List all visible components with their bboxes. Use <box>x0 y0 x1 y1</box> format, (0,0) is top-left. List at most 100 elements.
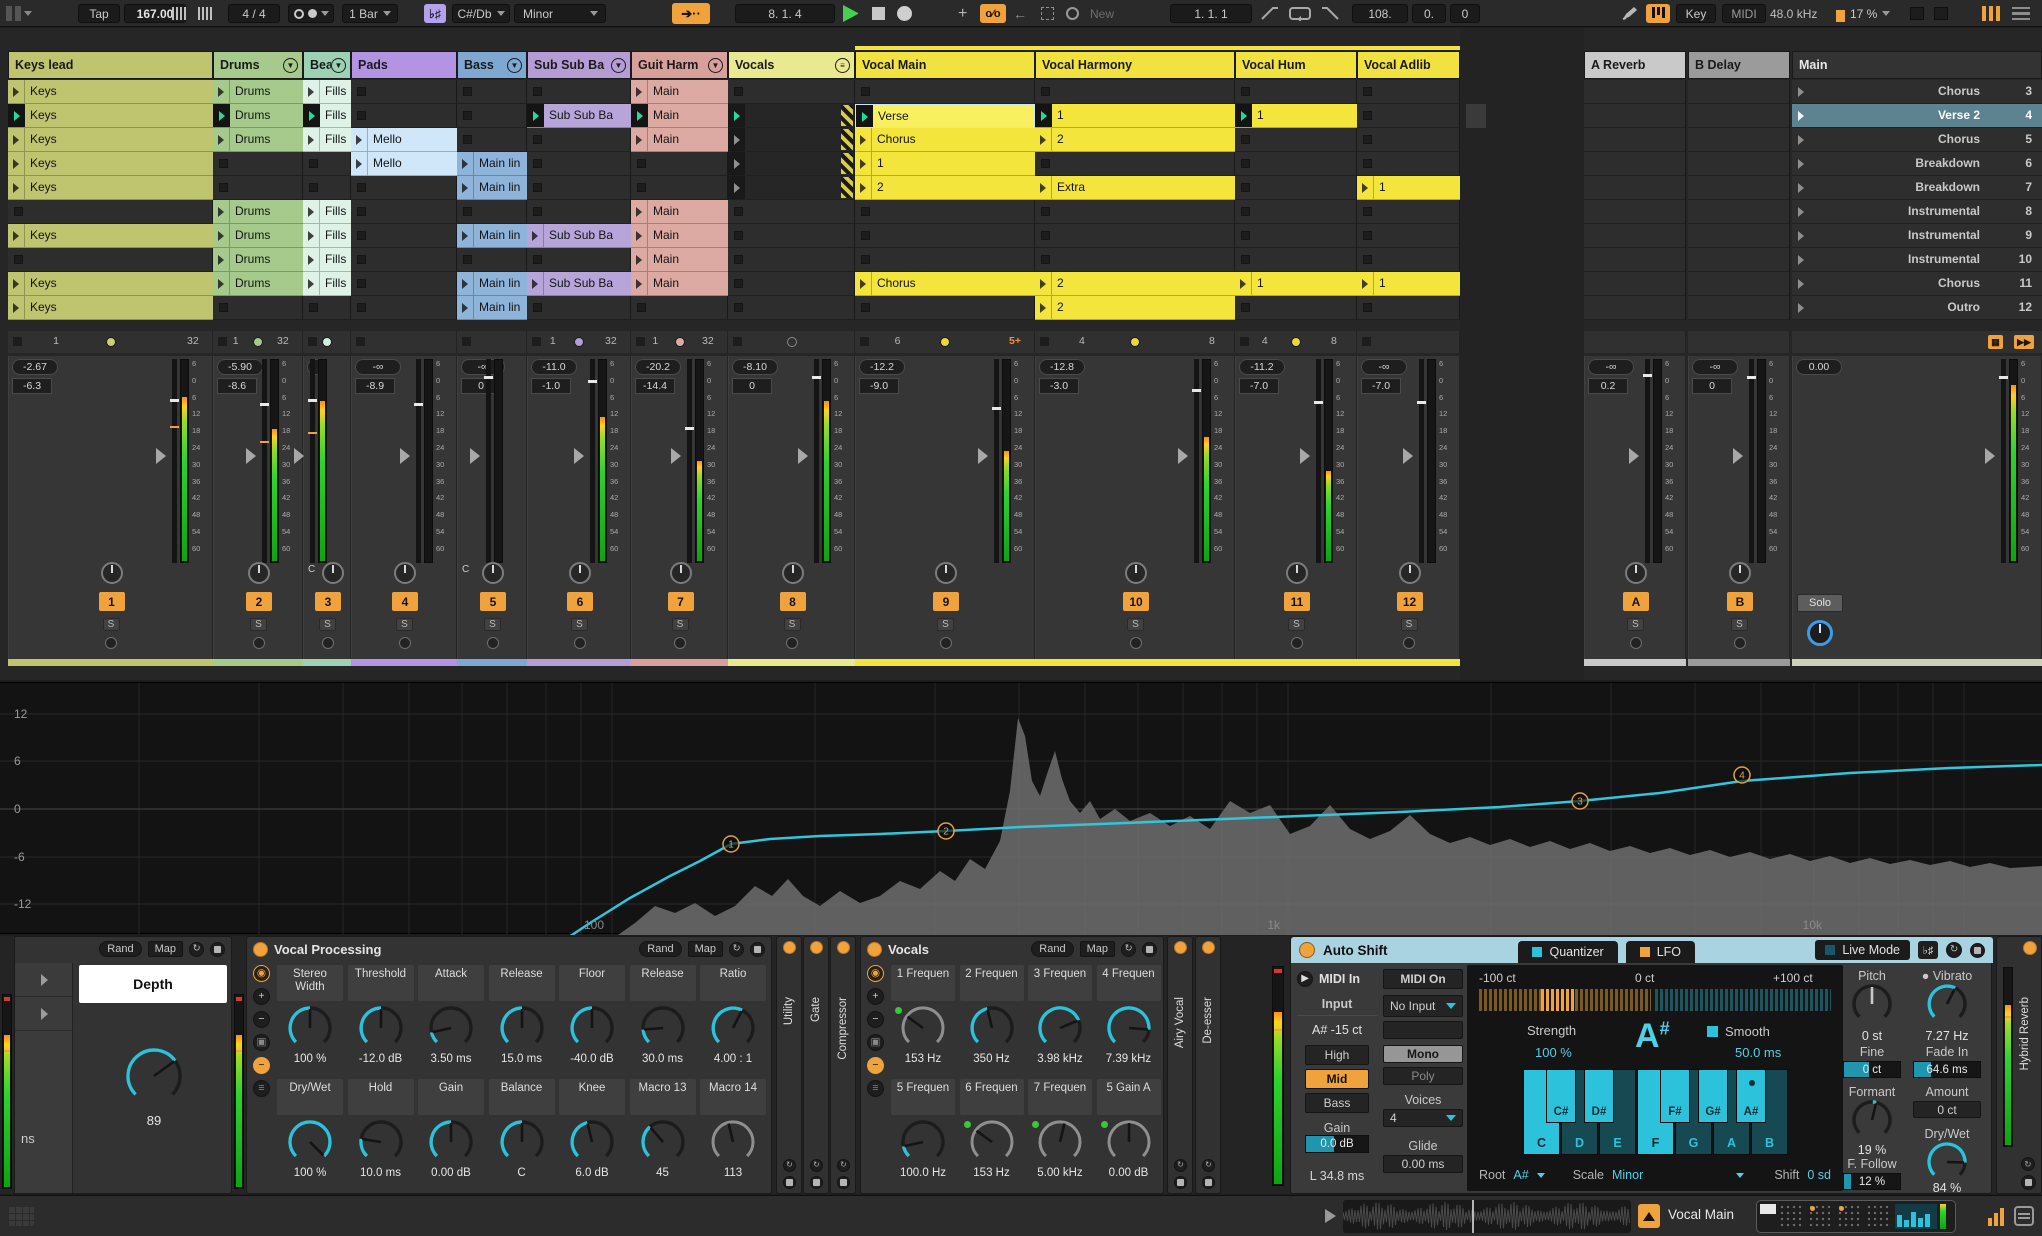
clip-launch-zone[interactable] <box>855 176 872 199</box>
midi-in-button[interactable]: ▶ MIDI In <box>1297 969 1377 989</box>
hot-swap-icon[interactable]: ↻ <box>783 1159 796 1172</box>
clip-stop-square[interactable] <box>1041 255 1050 264</box>
clip-launch-zone[interactable] <box>457 152 474 175</box>
clip-slot[interactable]: Keys <box>8 152 213 176</box>
map-button[interactable]: Map <box>687 941 723 957</box>
clip-stop-square[interactable] <box>533 183 542 192</box>
clip-slot[interactable] <box>457 248 527 272</box>
track-number-button[interactable]: 4 <box>392 592 418 611</box>
clip-slot[interactable] <box>1035 80 1235 104</box>
macro-title-editing[interactable]: Depth <box>79 965 227 1003</box>
clip-stop-square[interactable] <box>357 255 366 264</box>
collapsed-device-de-esser[interactable]: De-esser ↻ <box>1195 936 1221 1194</box>
clip-stop-square[interactable] <box>637 183 646 192</box>
clip-stop-square[interactable] <box>357 279 366 288</box>
preview-play-icon[interactable] <box>1325 1209 1337 1223</box>
depth-knob[interactable] <box>125 1047 183 1105</box>
clip-slot[interactable] <box>1357 152 1460 176</box>
vp-macro-knob[interactable] <box>569 1005 615 1051</box>
clip-slot[interactable]: Fills <box>303 104 351 128</box>
clip-slot[interactable] <box>1357 224 1460 248</box>
clip-stop-square[interactable] <box>309 303 318 312</box>
clip-slot[interactable]: Fills <box>303 272 351 296</box>
clip-slot[interactable]: Mello <box>351 152 457 176</box>
clip-launch-badge[interactable] <box>1638 1204 1660 1228</box>
track-number-button[interactable]: 12 <box>1396 592 1423 611</box>
clip-slot[interactable] <box>527 176 631 200</box>
clip-stop-square[interactable] <box>357 183 366 192</box>
clip-launch-zone[interactable] <box>631 248 648 271</box>
playing-clip-zone[interactable] <box>527 104 544 127</box>
clip-slot[interactable] <box>1235 200 1357 224</box>
scene-launch-icon[interactable] <box>1798 231 1808 241</box>
vp-macro-knob[interactable] <box>358 1119 404 1165</box>
vp-macro-knob[interactable] <box>710 1005 756 1051</box>
solo-button[interactable]: S <box>671 618 689 631</box>
clip-stop-square[interactable] <box>357 303 366 312</box>
playing-clip-zone[interactable] <box>856 105 873 127</box>
preview-button[interactable] <box>674 637 686 649</box>
clip-slot[interactable] <box>213 296 303 320</box>
pan-knob[interactable] <box>482 562 504 584</box>
track-number-button[interactable]: 8 <box>779 592 806 611</box>
loop-switch-icon[interactable] <box>1288 6 1312 22</box>
clip-stop-square[interactable] <box>734 303 743 312</box>
clip-launch-zone[interactable] <box>631 224 648 247</box>
punch-in-icon[interactable] <box>1260 6 1280 21</box>
clip-slot[interactable] <box>728 104 855 128</box>
pan-knob[interactable] <box>1729 562 1751 584</box>
clip-slot[interactable]: Sub Sub Ba <box>527 272 631 296</box>
volume-fader[interactable] <box>1417 359 1426 563</box>
stop-button[interactable] <box>872 7 885 20</box>
clip-slot[interactable] <box>728 176 855 200</box>
vp-macro-knob[interactable] <box>287 1119 333 1165</box>
clip-slot[interactable]: Drums <box>213 80 303 104</box>
vp-macro-knob[interactable] <box>428 1119 474 1165</box>
collapsed-device-hybrid-reverb[interactable]: Hybrid Reverb ↻ <box>1996 936 2042 1194</box>
solo-button[interactable]: S <box>1400 618 1418 631</box>
volume-display[interactable]: -8.6 <box>217 378 257 394</box>
clip-slot[interactable]: Verse <box>855 104 1035 128</box>
track-header[interactable]: Pads <box>351 51 457 79</box>
black-key-gs[interactable]: G# <box>1698 1069 1728 1123</box>
fader-handle[interactable] <box>484 376 493 380</box>
clip-slot[interactable] <box>213 176 303 200</box>
clip-launch-zone[interactable] <box>351 152 368 175</box>
track-number-button[interactable]: 7 <box>667 592 694 611</box>
loop-start-display[interactable]: 1. 1. 1 <box>1170 4 1252 23</box>
clip-stop-square[interactable] <box>734 87 743 96</box>
hot-swap-icon[interactable]: ↻ <box>837 1159 850 1172</box>
clip-slot[interactable] <box>527 80 631 104</box>
track-number-button[interactable]: 10 <box>1123 592 1149 611</box>
nudge-icon[interactable] <box>198 7 218 20</box>
device-on-icon[interactable] <box>810 941 823 954</box>
clip-slot[interactable] <box>303 176 351 200</box>
peak-level-display[interactable]: -2.67 <box>12 359 58 375</box>
group-play-zone[interactable] <box>728 104 745 127</box>
clip-stop-square[interactable] <box>1241 183 1250 192</box>
band-button-high[interactable]: High <box>1305 1045 1369 1065</box>
fader-handle[interactable] <box>170 398 179 402</box>
quantization-dropdown[interactable]: 1 Bar <box>342 4 398 23</box>
clip-slot[interactable] <box>1357 200 1460 224</box>
clip-slot[interactable]: Chorus <box>855 272 1035 296</box>
scene-row[interactable]: Instrumental 9 <box>1792 224 2042 248</box>
pan-knob[interactable] <box>669 562 692 584</box>
smooth-toggle[interactable]: Smooth <box>1707 1023 1827 1039</box>
clip-slot[interactable]: Main <box>631 128 728 152</box>
peak-level-display[interactable]: -∞ <box>1361 359 1407 375</box>
clip-stop-square[interactable] <box>861 303 870 312</box>
scene-launch-icon[interactable] <box>1798 255 1808 265</box>
clip-launch-zone[interactable] <box>457 272 474 295</box>
clip-launch-zone[interactable] <box>213 200 230 223</box>
clip-slot[interactable] <box>855 248 1035 272</box>
save-icon[interactable] <box>2021 1175 2036 1190</box>
formant-knob[interactable] <box>1851 1099 1893 1141</box>
scale-dropdown[interactable]: Minor <box>514 4 606 23</box>
clip-slot[interactable] <box>1235 152 1357 176</box>
scene-row[interactable]: Verse 2 4 <box>1792 104 2042 128</box>
save-icon[interactable] <box>783 1176 796 1189</box>
hot-swap-icon[interactable]: ↻ <box>2021 1157 2035 1171</box>
clip-stop-square[interactable] <box>1363 111 1372 120</box>
fader-handle[interactable] <box>308 398 317 402</box>
